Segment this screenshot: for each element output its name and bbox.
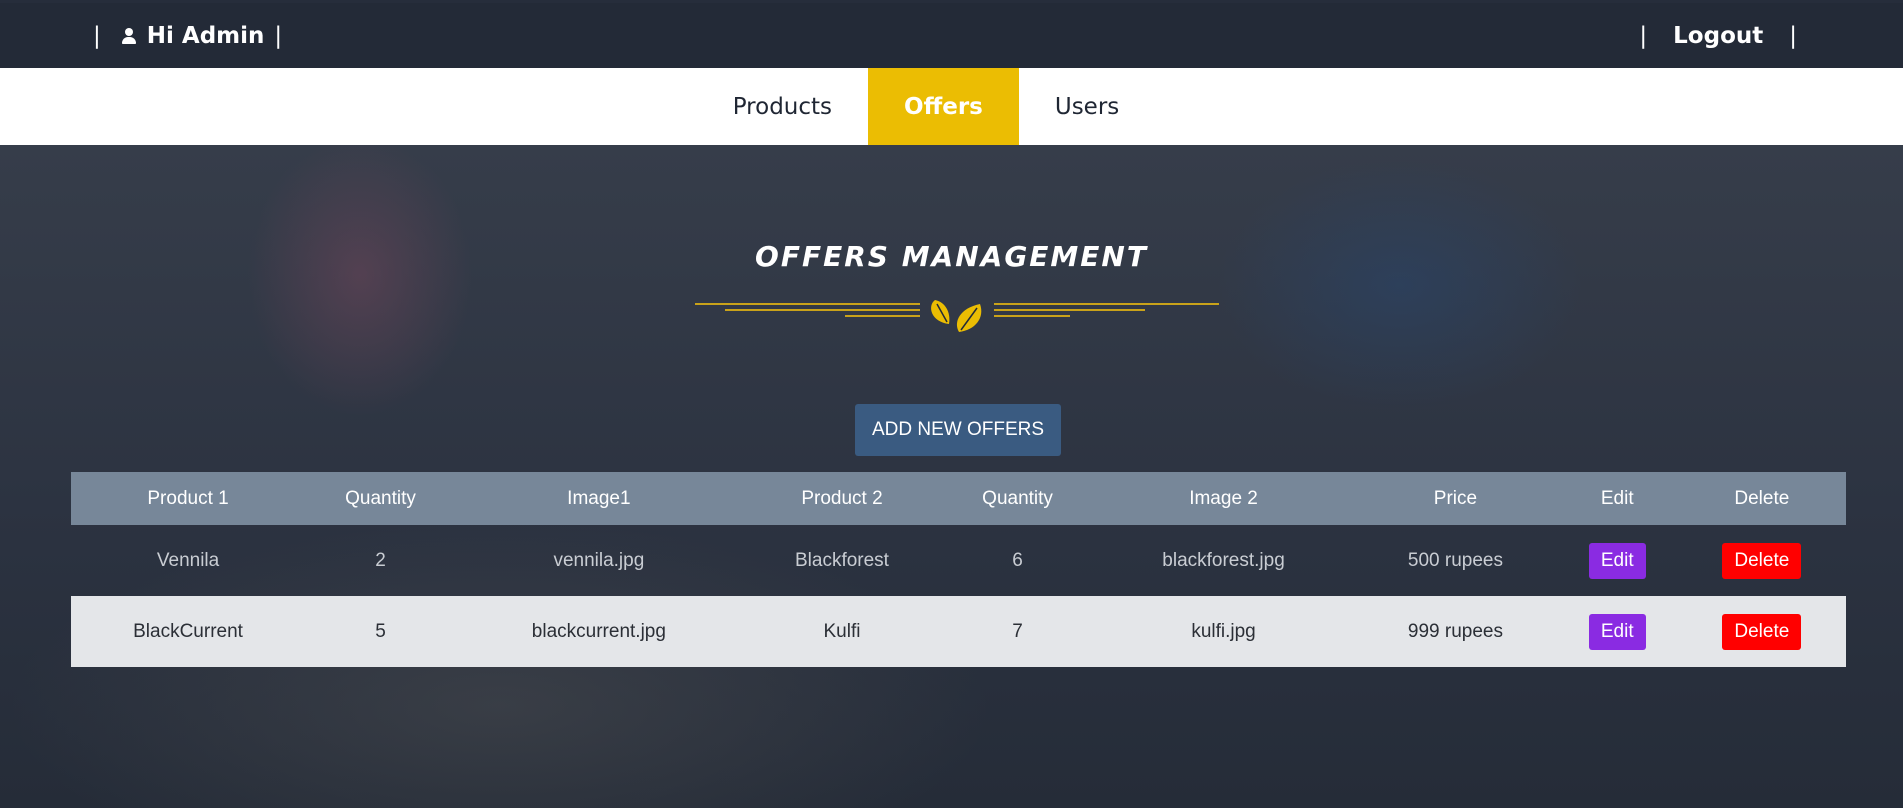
- greeting-text: Hi Admin: [146, 22, 265, 49]
- cell-product2: Kulfi: [741, 596, 943, 667]
- delete-button[interactable]: Delete: [1722, 613, 1802, 650]
- nav-item-products[interactable]: Products: [697, 68, 868, 145]
- cell-edit: Edit: [1556, 596, 1678, 667]
- edit-button[interactable]: Edit: [1588, 542, 1646, 579]
- leaf-icon: [931, 300, 982, 332]
- col-quantity1: Quantity: [305, 472, 456, 525]
- delete-button[interactable]: Delete: [1722, 542, 1802, 579]
- leaf-divider: [695, 300, 1219, 332]
- admin-greeting: | Hi Admin |: [93, 3, 282, 68]
- col-image1: Image1: [455, 472, 742, 525]
- page-title: OFFERS MANAGEMENT: [755, 240, 1148, 273]
- cell-product1: Vennila: [156, 549, 220, 571]
- top-bar: | Hi Admin | | Logout |: [0, 3, 1903, 68]
- cell-product1: BlackCurrent: [71, 596, 306, 667]
- separator: |: [93, 22, 101, 49]
- cell-qty1: 2: [375, 549, 386, 571]
- cell-qty2: 7: [942, 596, 1093, 667]
- table-header-row: Product 1 Quantity Image1 Product 2 Quan…: [71, 472, 1846, 525]
- nav-item-users[interactable]: Users: [1019, 68, 1155, 145]
- cell-qty1: 5: [305, 596, 456, 667]
- separator: |: [1789, 22, 1797, 49]
- cell-delete: Delete: [1678, 525, 1846, 596]
- cell-delete: Delete: [1677, 596, 1846, 667]
- col-image2: Image 2: [1092, 472, 1355, 525]
- nav-items: Products Offers Users: [697, 68, 1156, 145]
- cell-image1: blackcurrent.jpg: [455, 596, 742, 667]
- cell-qty2: 6: [1012, 549, 1023, 571]
- divider-lines: [695, 303, 1219, 317]
- table-row: Vennila 2 vennila.jpg Blackforest 6 blac…: [71, 525, 1846, 596]
- cell-image2: blackforest.jpg: [1162, 549, 1285, 571]
- col-delete: Delete: [1677, 472, 1846, 525]
- add-new-offers-button[interactable]: ADD NEW OFFERS: [855, 404, 1061, 456]
- separator: |: [274, 22, 283, 49]
- col-quantity2: Quantity: [942, 472, 1093, 525]
- user-icon: [121, 27, 137, 45]
- logout-link[interactable]: Logout: [1673, 23, 1763, 49]
- col-edit: Edit: [1556, 472, 1678, 525]
- main-nav: Products Offers Users: [0, 68, 1903, 145]
- edit-button[interactable]: Edit: [1588, 613, 1646, 650]
- col-price: Price: [1354, 472, 1557, 525]
- cell-product2: Blackforest: [794, 549, 889, 571]
- cell-edit: Edit: [1557, 525, 1678, 596]
- col-product2: Product 2: [741, 472, 943, 525]
- cell-price: 999 rupees: [1354, 596, 1557, 667]
- nav-item-offers[interactable]: Offers: [868, 68, 1019, 145]
- col-product1: Product 1: [71, 472, 306, 525]
- separator: |: [1639, 22, 1648, 49]
- cell-image2: kulfi.jpg: [1092, 596, 1355, 667]
- offers-table: Product 1 Quantity Image1 Product 2 Quan…: [71, 472, 1846, 667]
- logout-area: | Logout |: [1639, 3, 1797, 68]
- cell-price: 500 rupees: [1407, 549, 1503, 571]
- cell-image1: vennila.jpg: [553, 549, 645, 571]
- table-row: BlackCurrent 5 blackcurrent.jpg Kulfi 7 …: [71, 596, 1846, 667]
